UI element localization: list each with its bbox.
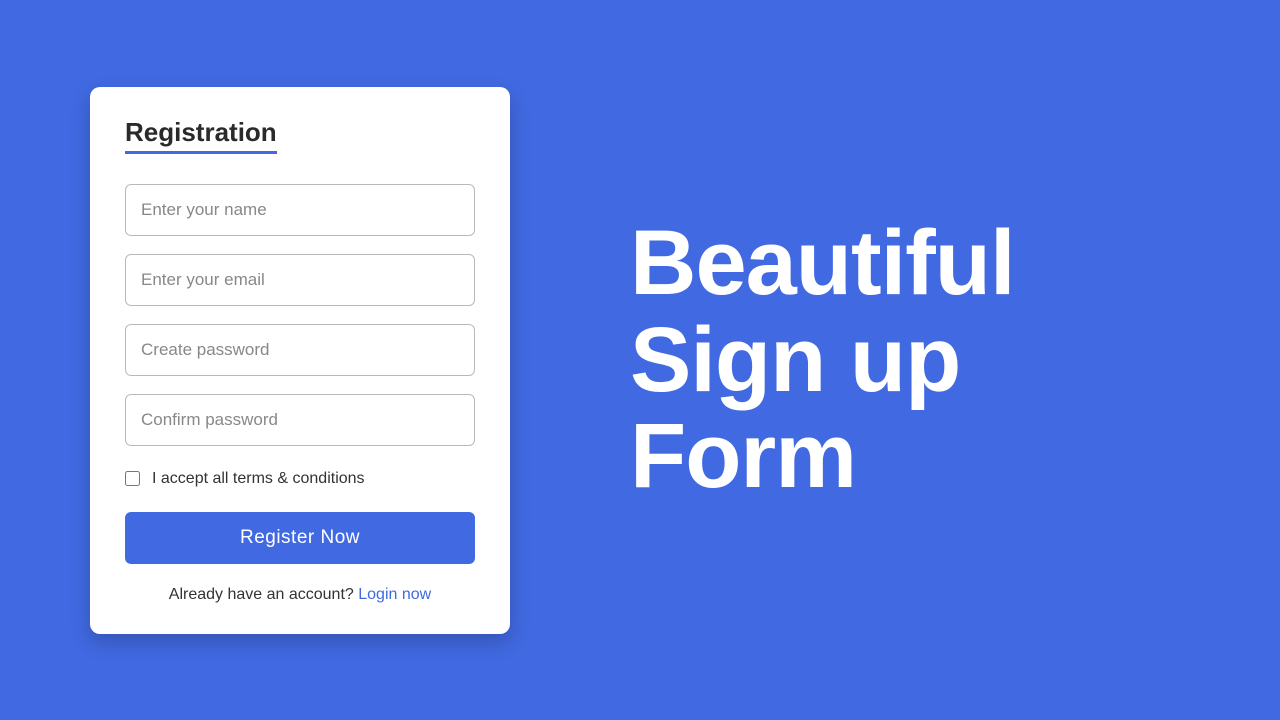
form-title: Registration bbox=[125, 117, 277, 154]
terms-row: I accept all terms & conditions bbox=[125, 470, 475, 488]
hero-line-1: Beautiful bbox=[630, 215, 1015, 312]
password-input[interactable] bbox=[125, 324, 475, 376]
terms-checkbox[interactable] bbox=[125, 471, 140, 486]
login-link[interactable]: Login now bbox=[358, 586, 431, 603]
hero-line-2: Sign up bbox=[630, 312, 1015, 409]
email-input[interactable] bbox=[125, 254, 475, 306]
hero-line-3: Form bbox=[630, 408, 1015, 505]
confirm-password-input[interactable] bbox=[125, 394, 475, 446]
registration-card: Registration I accept all terms & condit… bbox=[90, 87, 510, 634]
hero-heading: Beautiful Sign up Form bbox=[630, 215, 1015, 505]
login-prompt-row: Already have an account? Login now bbox=[125, 586, 475, 604]
name-input[interactable] bbox=[125, 184, 475, 236]
register-button[interactable]: Register Now bbox=[125, 512, 475, 564]
terms-label: I accept all terms & conditions bbox=[152, 470, 365, 488]
login-prompt-text: Already have an account? bbox=[169, 586, 358, 603]
